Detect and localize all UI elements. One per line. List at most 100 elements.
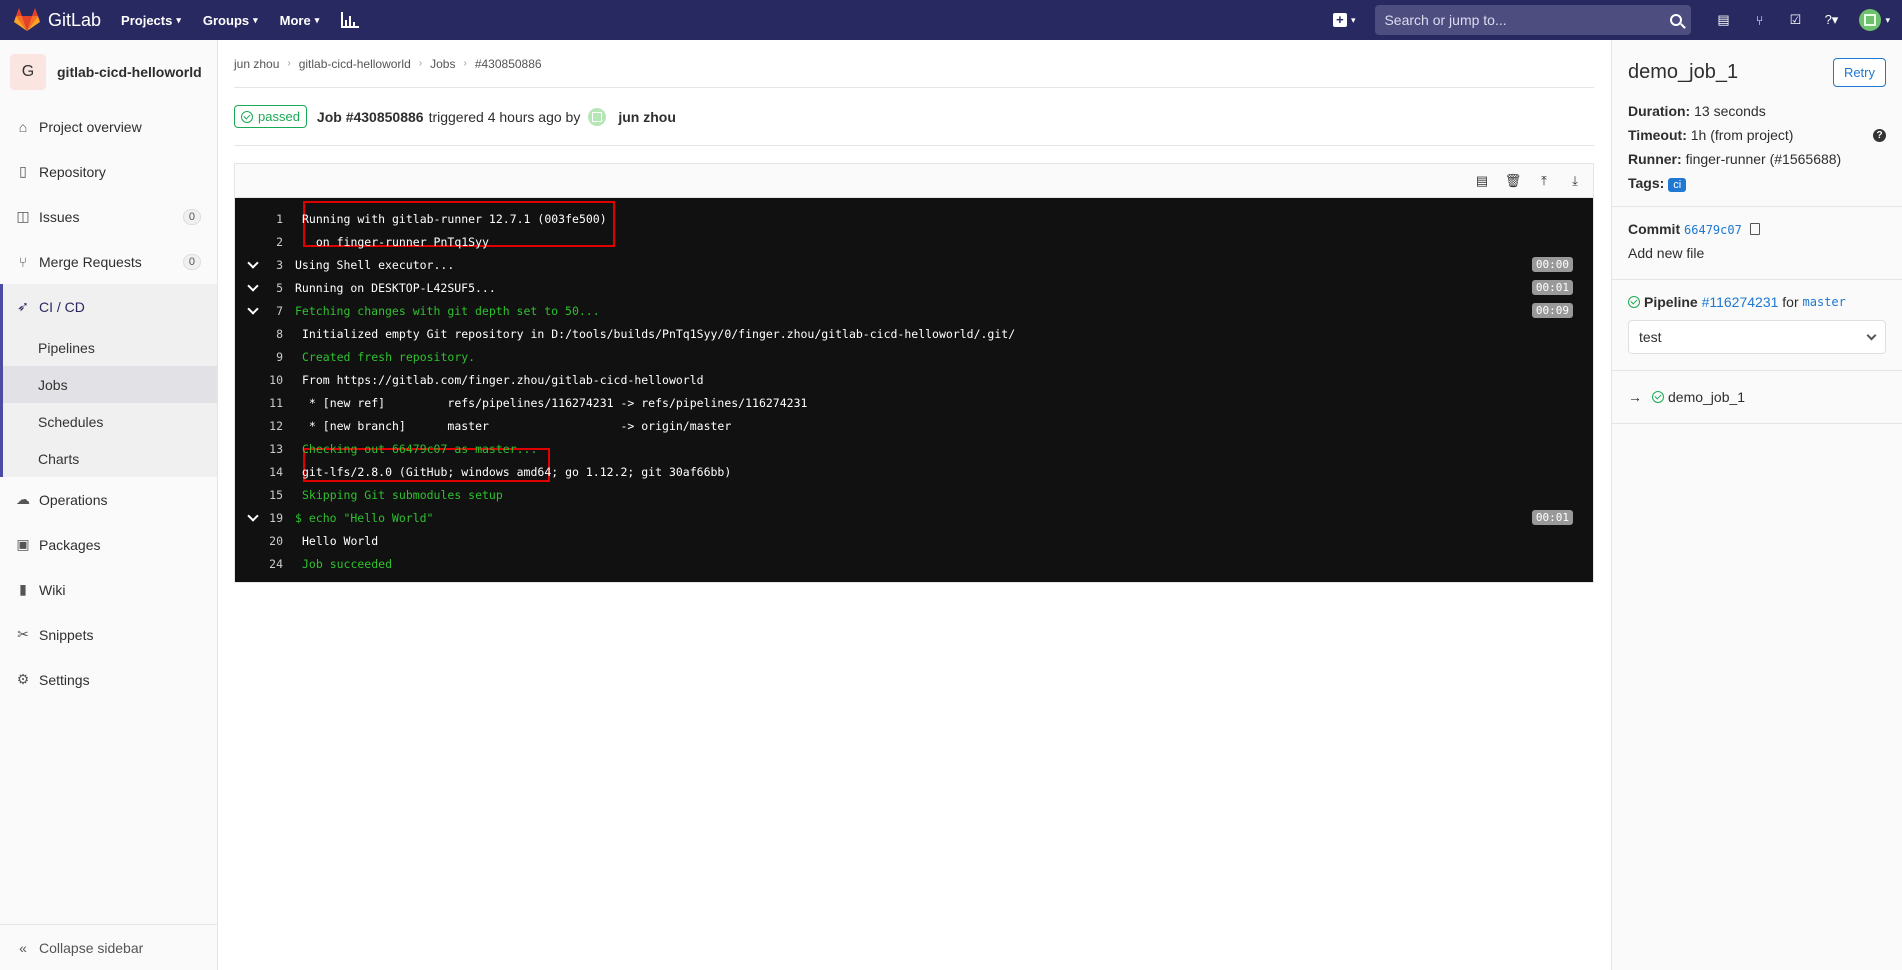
log-line-number[interactable]: 12 — [235, 419, 295, 433]
section-duration-badge: 00:09 — [1531, 303, 1573, 318]
log-line-text: Skipping Git submodules setup — [302, 487, 503, 502]
log-line-number[interactable]: 10 — [235, 373, 295, 387]
job-list-item[interactable]: → demo_job_1 — [1612, 371, 1902, 424]
log-line-number[interactable]: 8 — [235, 327, 295, 341]
breadcrumb: jun zhou › gitlab-cicd-helloworld › Jobs… — [234, 40, 1594, 88]
duration-label: Duration: — [1628, 103, 1691, 119]
chevron-down-icon: ▾ — [314, 14, 320, 25]
user-avatar[interactable] — [1859, 9, 1882, 31]
log-line-number[interactable]: 14 — [235, 465, 295, 479]
log-line-text: Using Shell executor... — [295, 257, 455, 272]
sidebar-item-label: Operations — [39, 491, 108, 508]
new-item-button[interactable]: + ▾ — [1332, 13, 1356, 27]
commit-sha-link[interactable]: 66479c07 — [1684, 223, 1742, 237]
sidebar-item-merge-requests[interactable]: ⑂ Merge Requests 0 — [0, 239, 217, 284]
chevron-down-icon: ▾ — [1350, 14, 1356, 25]
sidebar-item-wiki[interactable]: ▮ Wiki — [0, 567, 217, 612]
sidebar-item-project-overview[interactable]: ⌂ Project overview — [0, 104, 217, 149]
todos-check-icon[interactable]: ☑ — [1787, 12, 1803, 28]
nav-activity-chart[interactable] — [341, 12, 360, 28]
log-line-number[interactable]: 11 — [235, 396, 295, 410]
chevron-right-icon: › — [463, 58, 467, 69]
project-header[interactable]: G gitlab-cicd-helloworld — [0, 40, 217, 104]
log-line-text: From https://gitlab.com/finger.zhou/gitl… — [302, 372, 704, 387]
nav-more[interactable]: More ▾ — [280, 12, 320, 28]
log-line-number[interactable]: 7 — [235, 304, 295, 318]
project-avatar: G — [10, 54, 46, 90]
timeout-label: Timeout: — [1628, 127, 1687, 143]
log-line-number[interactable]: 13 — [235, 442, 295, 456]
log-line-number[interactable]: 15 — [235, 488, 295, 502]
raw-log-icon[interactable]: ▤ — [1474, 173, 1490, 189]
merge-request-icon[interactable]: ⑂ — [1751, 12, 1767, 28]
collapse-sidebar-button[interactable]: « Collapse sidebar — [0, 924, 217, 970]
stage-select[interactable]: test — [1628, 320, 1886, 354]
chevron-down-icon: ▾ — [253, 14, 258, 25]
sidebar-item-issues[interactable]: ◫ Issues 0 — [0, 194, 217, 239]
section-duration-badge: 00:01 — [1531, 510, 1573, 525]
sidebar-subitem-pipelines[interactable]: Pipelines — [3, 329, 217, 366]
gear-icon: ⚙ — [16, 671, 30, 687]
sidebar-subitem-charts[interactable]: Charts — [3, 440, 217, 477]
avatar[interactable] — [588, 107, 607, 126]
copy-icon[interactable] — [1749, 223, 1760, 235]
nav-groups[interactable]: Groups ▾ — [203, 12, 258, 28]
nav-projects[interactable]: Projects ▾ — [121, 12, 181, 28]
scroll-top-icon[interactable]: ⤒ — [1536, 173, 1552, 189]
log-line-text: $ echo "Hello World" — [295, 510, 434, 525]
sidebar-subitem-schedules[interactable]: Schedules — [3, 403, 217, 440]
job-user-link[interactable]: jun zhou — [618, 109, 676, 125]
nav-projects-label: Projects — [121, 12, 173, 28]
sidebar-item-settings[interactable]: ⚙ Settings — [0, 657, 217, 702]
chevron-down-icon[interactable] — [247, 512, 259, 524]
log-line-number[interactable]: 9 — [235, 350, 295, 364]
chevron-down-icon[interactable] — [247, 282, 259, 294]
log-line-number[interactable]: 20 — [235, 534, 295, 548]
help-icon[interactable]: ?▾ — [1823, 12, 1839, 28]
sidebar-subitem-jobs[interactable]: Jobs — [3, 366, 217, 403]
breadcrumb-jobs[interactable]: Jobs — [430, 57, 455, 71]
breadcrumb-project[interactable]: gitlab-cicd-helloworld — [299, 57, 411, 71]
pipeline-branch-link[interactable]: master — [1803, 295, 1846, 309]
log-line: 24 Job succeeded — [235, 552, 1593, 575]
sidebar-item-label: CI / CD — [39, 298, 85, 315]
sidebar-item-repository[interactable]: ▯ Repository — [0, 149, 217, 194]
log-line-number[interactable]: 5 — [235, 281, 295, 295]
job-meta: triggered 4 hours ago by — [428, 108, 581, 125]
log-line-number[interactable]: 1 — [235, 212, 295, 226]
chevron-down-icon[interactable] — [247, 305, 259, 317]
sidebar-item-packages[interactable]: ▣ Packages — [0, 522, 217, 567]
wiki-icon: ▮ — [19, 581, 27, 597]
chevron-right-icon: › — [418, 58, 423, 69]
sidebar-item-snippets[interactable]: ✂ Snippets — [0, 612, 217, 657]
question-icon[interactable]: ? — [1873, 129, 1886, 142]
chevron-down-icon[interactable]: ▾ — [1885, 15, 1890, 26]
retry-button[interactable]: Retry — [1832, 58, 1886, 87]
commit-row: Commit 66479c07 — [1628, 221, 1886, 237]
log-line-number[interactable]: 19 — [235, 511, 295, 525]
job-header: passed Job #430850886 triggered 4 hours … — [234, 88, 1594, 146]
pipeline-id-link[interactable]: #116274231 — [1702, 294, 1779, 310]
scroll-bottom-icon[interactable]: ⤓ — [1567, 173, 1583, 189]
sidebar-item-operations[interactable]: ☁ Operations — [0, 477, 217, 522]
log-line-text: Checking out 66479c07 as master... — [302, 441, 538, 456]
breadcrumb-user[interactable]: jun zhou — [234, 57, 279, 71]
gitlab-logo[interactable]: GitLab — [14, 0, 101, 40]
log-line-number[interactable]: 2 — [235, 235, 295, 249]
check-circle-icon — [1628, 296, 1640, 308]
log-line-number[interactable]: 24 — [235, 557, 295, 571]
log-line: 10 From https://gitlab.com/finger.zhou/gi… — [235, 368, 1593, 391]
todo-issues-icon[interactable]: ▤ — [1715, 12, 1731, 28]
log-line-text: Fetching changes with git depth set to 5… — [295, 303, 600, 318]
sidebar-item-cicd[interactable]: ➶ CI / CD — [3, 284, 217, 329]
log-line: 20 Hello World — [235, 529, 1593, 552]
erase-log-icon[interactable]: 🗑 — [1505, 173, 1522, 189]
chevron-down-icon[interactable] — [247, 259, 259, 271]
cloud-icon: ☁ — [16, 491, 30, 507]
search-input[interactable]: Search or jump to... — [1375, 5, 1692, 35]
job-title: Job #430850886 — [316, 108, 424, 125]
job-name-title: demo_job_1 — [1628, 61, 1739, 83]
log-line-number[interactable]: 3 — [235, 258, 295, 272]
breadcrumb-job-id[interactable]: #430850886 — [475, 57, 542, 71]
plus-icon: + — [1332, 13, 1347, 27]
